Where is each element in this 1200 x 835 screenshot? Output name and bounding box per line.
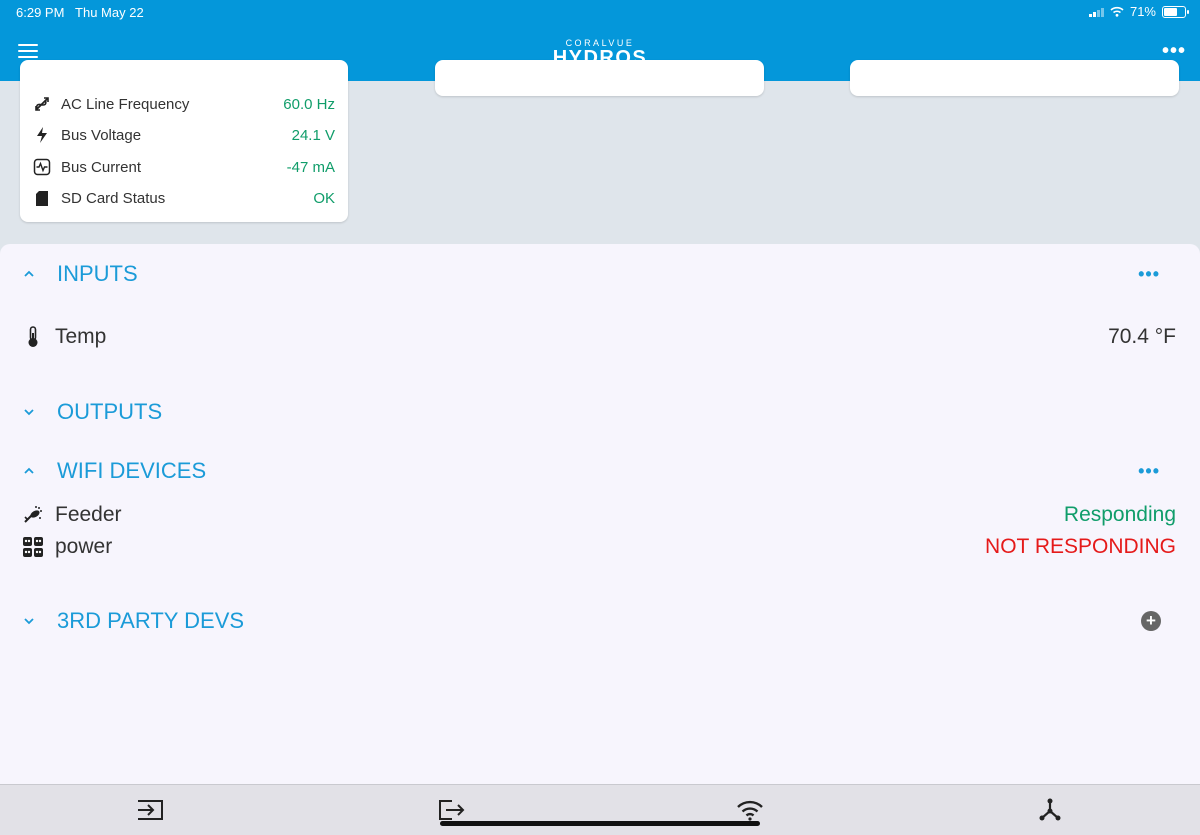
wifi-status-icon [1110, 6, 1124, 17]
wifi-row-feeder[interactable]: Feeder Responding [0, 501, 1200, 529]
input-label: Temp [55, 325, 107, 348]
wifi-more-button[interactable]: ••• [1138, 461, 1160, 482]
chevron-up-icon [22, 270, 36, 278]
chevron-down-icon [22, 617, 36, 625]
system-row-sd-card: SD Card Status OK [20, 183, 348, 213]
system-row-ac-frequency: AC Line Frequency 60.0 Hz [20, 89, 348, 119]
home-indicator[interactable] [440, 821, 760, 826]
bottom-tab-bar [0, 784, 1200, 835]
power-strip-icon [20, 536, 46, 558]
chevron-up-icon [22, 467, 36, 475]
section-inputs-header[interactable]: INPUTS ••• [0, 254, 1200, 294]
section-title: WIFI DEVICES [57, 458, 207, 483]
add-device-button[interactable]: + [1141, 611, 1161, 631]
status-clock: 6:29 PM [16, 5, 65, 20]
status-date: Thu May 22 [75, 5, 144, 20]
input-icon [138, 800, 163, 820]
bolt-icon [31, 126, 53, 144]
section-title: 3RD PARTY DEVS [57, 608, 245, 633]
battery-icon [1162, 5, 1189, 18]
system-row-bus-voltage: Bus Voltage 24.1 V [20, 120, 348, 150]
section-third-party-header[interactable]: 3RD PARTY DEVS + [0, 601, 1200, 641]
chevron-down-icon [22, 408, 36, 416]
system-row-value: 24.1 V [291, 126, 335, 144]
tab-inputs[interactable] [135, 795, 165, 825]
wifi-icon [737, 800, 763, 821]
device-label: power [55, 535, 113, 558]
feeder-icon [20, 504, 46, 526]
input-value: 70.4 °F [1108, 325, 1176, 348]
system-row-bus-current: Bus Current -47 mA [20, 152, 348, 182]
system-row-label: SD Card Status [61, 189, 166, 207]
frequency-icon [31, 95, 53, 113]
section-title: INPUTS [57, 261, 138, 286]
system-status-card: AC Line Frequency 60.0 Hz Bus Voltage 24… [20, 60, 348, 222]
system-row-value: OK [313, 189, 335, 207]
device-status: NOT RESPONDING [985, 535, 1176, 558]
thermometer-icon [20, 326, 46, 348]
system-row-label: AC Line Frequency [61, 95, 190, 113]
sd-card-icon [31, 190, 53, 207]
status-card-middle [435, 60, 764, 96]
device-status: Responding [1063, 503, 1176, 526]
inputs-more-button[interactable]: ••• [1138, 264, 1160, 285]
input-row-temp[interactable]: Temp 70.4 °F [0, 322, 1200, 352]
status-card-right [850, 60, 1179, 96]
battery-percent: 71% [1129, 4, 1156, 19]
system-row-value: -47 mA [286, 158, 335, 176]
status-time: 6:29 PM Thu May 22 [16, 5, 144, 20]
output-icon [439, 800, 465, 820]
cellular-signal-icon [1088, 7, 1104, 17]
network-hub-icon [1039, 798, 1061, 821]
status-indicators: 71% [1088, 4, 1189, 19]
wifi-row-power[interactable]: power NOT RESPONDING [0, 533, 1200, 561]
system-row-label: Bus Voltage [61, 126, 142, 144]
device-label: Feeder [55, 503, 122, 526]
section-outputs-header[interactable]: OUTPUTS [0, 392, 1200, 432]
section-wifi-header[interactable]: WIFI DEVICES ••• [0, 451, 1200, 491]
pulse-icon [31, 158, 53, 176]
system-row-value: 60.0 Hz [283, 95, 335, 113]
tab-network[interactable] [1035, 795, 1065, 825]
system-row-label: Bus Current [61, 158, 142, 176]
section-title: OUTPUTS [57, 399, 163, 424]
main-panel: INPUTS ••• Temp 70.4 °F OUTPUTS WIFI DEV… [0, 244, 1200, 784]
